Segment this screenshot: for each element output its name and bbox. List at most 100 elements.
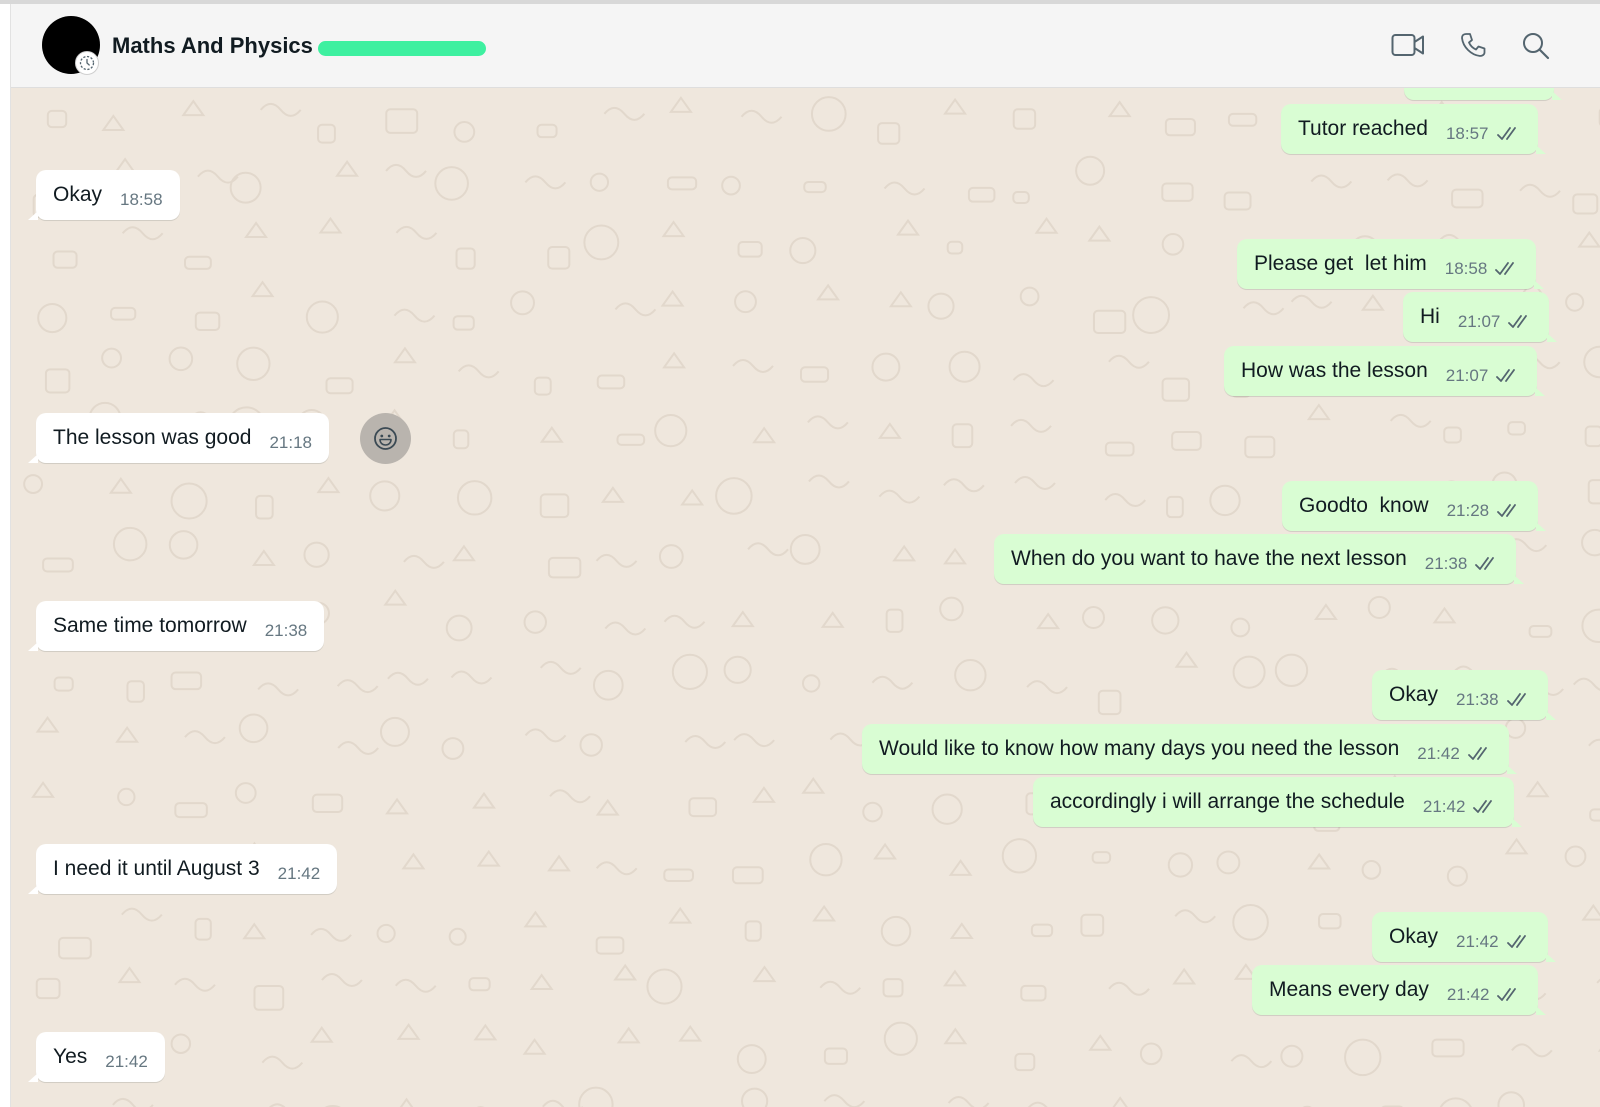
wallpaper-doodle [1091, 851, 1112, 864]
wallpaper-doodle [927, 292, 955, 320]
wallpaper-doodle [820, 611, 845, 628]
message-text: Goodto know [1299, 494, 1429, 517]
wallpaper-doodle [1313, 603, 1338, 621]
wallpaper-doodle [1174, 651, 1199, 668]
wallpaper-doodle [1519, 183, 1561, 198]
wallpaper-doodle [524, 175, 567, 190]
wallpaper-doodle [1034, 217, 1059, 234]
wallpaper-doodle [23, 474, 44, 494]
wallpaper-doodle [336, 679, 379, 694]
wallpaper-doodle [892, 544, 917, 562]
chat-header: Maths And Physics [11, 4, 1600, 88]
wallpaper-doodle [1497, 1091, 1526, 1107]
wallpaper-doodle [809, 843, 843, 877]
message-time: 21:18 [269, 433, 313, 452]
wallpaper-doodle [740, 1087, 769, 1107]
wallpaper-doodle [376, 923, 396, 944]
wallpaper-doodle [1026, 680, 1068, 695]
message-text: How was the lesson [1241, 359, 1428, 382]
wallpaper-doodle [752, 426, 777, 444]
wallpaper-doodle [1104, 441, 1135, 457]
wallpaper-doodle [542, 1099, 584, 1107]
wallpaper-doodle [1431, 1038, 1465, 1058]
wallpaper-doodle [451, 544, 476, 562]
wallpaper-doodle [1075, 155, 1106, 186]
message-bubble-incoming[interactable]: Same time tomorrow 21:38 [27, 601, 325, 651]
wallpaper-doodle [1010, 418, 1052, 433]
wallpaper-doodle [1027, 1101, 1048, 1107]
message-bubble-outgoing[interactable]: Hi 21:07 [1403, 292, 1558, 342]
wallpaper-doodle [1014, 475, 1056, 490]
message-text: I need it until August 3 [53, 857, 260, 880]
video-call-icon[interactable] [1391, 31, 1425, 64]
message-bubble-outgoing[interactable]: Okay 21:38 [1372, 670, 1556, 720]
wallpaper-doodle [1307, 852, 1332, 870]
wallpaper-doodle [539, 660, 582, 675]
message-bubble-outgoing[interactable]: Means every day 21:42 [1252, 965, 1547, 1015]
wallpaper-doodle [35, 715, 60, 733]
voice-call-icon[interactable] [1459, 31, 1487, 64]
wallpaper-doodle [236, 346, 271, 381]
emoji-react-icon[interactable] [360, 413, 411, 464]
double-check-read-icon [1473, 799, 1497, 820]
wallpaper-doodle [1012, 191, 1030, 204]
wallpaper-doodle [616, 433, 646, 446]
wallpaper-doodle [882, 978, 904, 998]
wallpaper-doodle [1244, 435, 1276, 459]
wallpaper-doodle [1161, 233, 1185, 256]
wallpaper-doodle [579, 733, 603, 757]
double-check-read-icon [1497, 987, 1521, 1008]
wallpaper-doodle [823, 1047, 848, 1065]
wallpaper-doodle [600, 486, 625, 503]
message-time: 18:57 [1445, 124, 1489, 143]
wallpaper-doodle [250, 280, 275, 298]
wallpaper-doodle [1172, 967, 1197, 985]
message-bubble-outgoing[interactable]: Would like to know how many days you nee… [862, 724, 1517, 774]
wallpaper-doodle [595, 861, 638, 876]
wallpaper-doodle [1242, 301, 1285, 316]
wallpaper-doodle [1132, 296, 1171, 334]
message-bubble-outgoing[interactable]: Okay 21:42 [1372, 912, 1556, 962]
chat-area[interactable]: Tutor reached 18:57 Okay 18:58 Please get … [11, 88, 1600, 1107]
message-bubble-outgoing[interactable]: When do you want to have the next lesson… [994, 534, 1525, 584]
message-bubble-incoming[interactable]: Yes 21:42 [28, 1032, 165, 1082]
message-bubble-outgoing[interactable]: Goodto know 21:28 [1282, 481, 1547, 531]
message-bubble-incoming[interactable]: I need it until August 3 21:42 [27, 844, 338, 894]
wallpaper-doodle [578, 1086, 614, 1107]
wallpaper-doodle [1174, 909, 1216, 924]
wallpaper-doodle [369, 480, 401, 512]
wallpaper-doodle [434, 166, 469, 201]
wallpaper-doodle [523, 910, 548, 928]
wallpaper-doodle [616, 1026, 641, 1044]
wallpaper-doodle [448, 927, 467, 946]
wallpaper-doodle [539, 426, 564, 443]
wallpaper-doodle [1451, 188, 1484, 209]
wallpaper-doodle [168, 346, 194, 372]
message-bubble-incoming[interactable]: Okay 18:58 [28, 170, 180, 220]
chat-title[interactable]: Maths And Physics [112, 33, 313, 59]
message-time: 21:38 [1424, 554, 1468, 573]
wallpaper-doodle [337, 741, 379, 756]
wallpaper-doodle [816, 283, 841, 301]
search-icon[interactable] [1521, 31, 1551, 66]
wallpaper-doodle [1280, 1044, 1304, 1068]
message-text: Please get let him [1254, 252, 1427, 275]
wallpaper-doodle [660, 289, 685, 307]
wallpaper-doodle [234, 782, 257, 804]
wallpaper-doodle [1107, 100, 1132, 118]
message-bubble-outgoing[interactable]: How was the lesson 21:07 [1224, 346, 1546, 396]
wallpaper-doodle [522, 1038, 547, 1055]
message-bubble-outgoing[interactable] [1404, 88, 1562, 100]
wallpaper-doodle [688, 797, 718, 818]
wallpaper-doodle [595, 553, 638, 568]
wallpaper-doodle [452, 315, 475, 331]
message-bubble-outgoing[interactable]: Please get let him 18:58 [1237, 239, 1545, 289]
message-bubble-outgoing[interactable]: accordingly i will arrange the schedule 2… [1033, 777, 1523, 827]
message-bubble-outgoing[interactable]: Tutor reached 18:57 [1281, 104, 1546, 154]
wallpaper-doodle [663, 868, 694, 882]
wallpaper-doodle [1030, 923, 1054, 938]
wallpaper-doodle [170, 1033, 192, 1054]
message-bubble-incoming[interactable]: The lesson was good 21:18 [27, 413, 330, 463]
wallpaper-doodle [35, 977, 61, 1000]
wallpaper-doodle [1274, 653, 1309, 687]
